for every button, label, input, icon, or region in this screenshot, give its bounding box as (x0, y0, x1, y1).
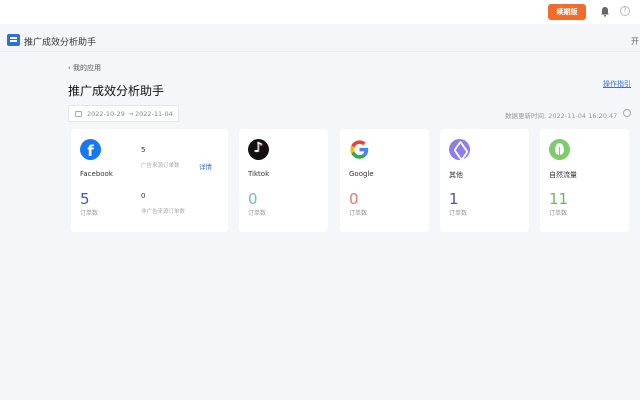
non-ad-order-count: 0 (141, 192, 146, 200)
order-count-label: 订单数 (349, 210, 368, 217)
date-separator-arrow: → (128, 110, 134, 118)
source-name: Google (349, 170, 374, 178)
order-count: 1 (449, 190, 459, 208)
app-bar: 推广成效分析助手 开 (0, 30, 640, 52)
layers-icon (449, 139, 470, 160)
order-count-label: 订单数 (80, 210, 99, 217)
upgrade-button[interactable]: 续期版 (548, 4, 586, 20)
app-title: 推广成效分析助手 (24, 38, 97, 48)
data-update-time: 数据更新时间: 2022-11-04 16:20:47 (505, 112, 618, 120)
order-count-label: 订单数 (248, 210, 267, 217)
order-count-label: 订单数 (549, 210, 568, 217)
date-start: 2022-10-29 (87, 110, 125, 118)
source-name: Facebook (80, 170, 113, 178)
operation-guide-link[interactable]: 操作指引 (603, 79, 631, 89)
app-logo-icon (7, 34, 20, 46)
source-name: 自然流量 (549, 171, 577, 179)
bell-icon[interactable] (600, 6, 610, 17)
tiktok-icon (248, 139, 269, 160)
order-count: 0 (349, 190, 359, 208)
source-name: Tiktok (248, 170, 270, 178)
back-link-label: 我的应用 (73, 64, 102, 72)
help-icon[interactable]: ? (620, 6, 630, 16)
order-count-label: 订单数 (449, 210, 468, 217)
source-card-organic: 自然流量 11 订单数 (540, 129, 629, 232)
non-ad-order-count-label: 非广告来源订单数 (141, 209, 186, 215)
refresh-icon[interactable] (623, 109, 631, 117)
order-count: 11 (549, 190, 569, 208)
detail-link[interactable]: 详情 (199, 161, 212, 171)
leaf-icon (549, 139, 570, 160)
date-end: 2022-11-04 (135, 110, 173, 118)
facebook-icon: f (80, 139, 101, 160)
left-sidebar (0, 52, 14, 400)
source-name: 其他 (449, 171, 463, 179)
ad-order-count-label: 广告来源订单数 (141, 163, 180, 169)
source-card-tiktok: Tiktok 0 订单数 (239, 129, 328, 232)
order-count: 5 (80, 190, 90, 208)
calendar-icon (75, 111, 82, 117)
order-count: 0 (248, 190, 258, 208)
top-bar: 续期版 ? (0, 0, 640, 24)
page-title: 推广成效分析助手 (68, 84, 165, 98)
app-bar-right-label[interactable]: 开 (631, 36, 639, 47)
google-icon (349, 139, 370, 160)
source-card-facebook: f Facebook 5 订单数 5 广告来源订单数 详情 0 非广告来源订单数 (71, 129, 228, 232)
source-card-google: Google 0 订单数 (340, 129, 429, 232)
back-link[interactable]: ‹ 我的应用 (68, 63, 101, 73)
date-range-picker[interactable]: 2022-10-29 → 2022-11-04 (68, 105, 179, 122)
ad-order-count: 5 (141, 146, 146, 154)
source-card-other: 其他 1 订单数 (440, 129, 529, 232)
